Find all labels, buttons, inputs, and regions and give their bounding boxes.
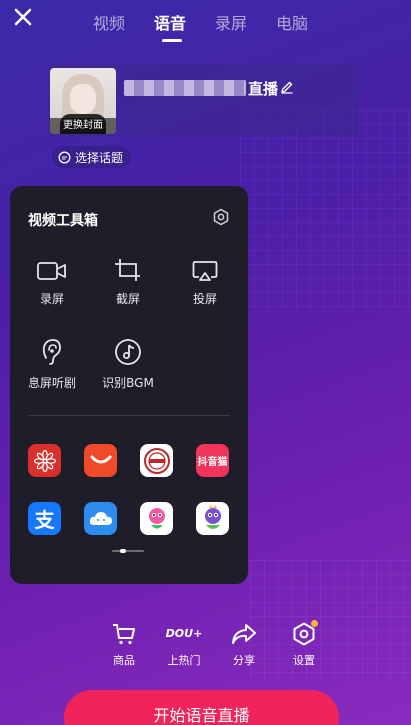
pink-character-app-icon[interactable] bbox=[140, 502, 173, 535]
music-note-icon bbox=[115, 339, 141, 365]
green-character-app-icon[interactable] bbox=[196, 502, 229, 535]
tab-computer[interactable]: 电脑 bbox=[276, 10, 337, 34]
tool-screen-off-listen[interactable]: 息屏听剧 bbox=[22, 338, 82, 391]
video-camera-icon bbox=[37, 262, 66, 280]
ear-icon bbox=[42, 339, 61, 365]
action-label: 分享 bbox=[233, 654, 255, 667]
top-bar: 视频 语音 录屏 电脑 bbox=[0, 0, 411, 44]
tool-label: 识别BGM bbox=[102, 376, 154, 390]
active-tab-indicator bbox=[162, 39, 182, 42]
start-voice-live-button[interactable]: 开始语音直播 bbox=[64, 690, 339, 725]
action-share[interactable]: 分享 bbox=[214, 622, 274, 668]
crop-icon bbox=[115, 259, 140, 281]
tab-voice[interactable]: 语音 bbox=[154, 10, 215, 34]
action-products[interactable]: 商品 bbox=[94, 622, 154, 668]
close-icon[interactable] bbox=[12, 6, 34, 28]
edit-pencil-icon[interactable] bbox=[280, 80, 294, 94]
topic-icon bbox=[58, 151, 71, 163]
share-icon bbox=[232, 624, 256, 644]
change-cover-label[interactable]: 更换封面 bbox=[50, 118, 116, 134]
smile-app-icon[interactable] bbox=[84, 444, 117, 477]
dou-plus-icon: DOU+ bbox=[165, 627, 203, 640]
settings-icon[interactable] bbox=[212, 208, 230, 226]
toolbox-title: 视频工具箱 bbox=[28, 213, 98, 229]
app-icon-text: 支 bbox=[34, 508, 55, 532]
tool-cast-screen[interactable]: 投屏 bbox=[175, 260, 235, 307]
huawei-flower-app-icon[interactable] bbox=[28, 444, 61, 477]
cover-photo-face bbox=[70, 84, 96, 114]
select-topic-button[interactable]: 选择话题 bbox=[52, 146, 132, 168]
mode-tabs: 视频 语音 录屏 电脑 bbox=[93, 10, 337, 34]
stamp-app-icon[interactable] bbox=[140, 444, 173, 477]
cloud-app-icon[interactable] bbox=[84, 502, 117, 535]
live-title-blurred[interactable] bbox=[124, 80, 246, 96]
cover-image[interactable]: 更换封面 bbox=[50, 68, 116, 134]
tab-video[interactable]: 视频 bbox=[93, 10, 154, 34]
douyin-mall-app-icon[interactable]: 抖音猫 bbox=[196, 444, 229, 477]
app-icon-text: 抖音猫 bbox=[197, 457, 228, 468]
action-label: 商品 bbox=[113, 654, 135, 667]
tool-screen-record[interactable]: 录屏 bbox=[22, 260, 82, 307]
cart-icon bbox=[113, 624, 135, 645]
cast-icon bbox=[192, 261, 218, 281]
page-indicator-active bbox=[120, 549, 126, 553]
background-grid bbox=[240, 110, 411, 310]
tool-label: 录屏 bbox=[39, 292, 64, 306]
action-dou-plus[interactable]: DOU+ 上热门 bbox=[154, 622, 214, 668]
tool-screenshot[interactable]: 截屏 bbox=[98, 258, 158, 307]
tab-screen-record[interactable]: 录屏 bbox=[215, 10, 276, 34]
live-title-suffix[interactable]: 直播 bbox=[248, 78, 278, 99]
tool-label: 截屏 bbox=[115, 292, 140, 306]
video-toolbox-panel: 视频工具箱 录屏 截屏 投屏 息屏听剧 识别BGM 抖音猫 支 bbox=[10, 186, 248, 584]
tool-identify-bgm[interactable]: 识别BGM bbox=[98, 338, 158, 391]
page-indicator bbox=[112, 550, 144, 552]
tool-label: 息屏听剧 bbox=[27, 376, 76, 390]
bottom-action-bar: 商品 DOU+ 上热门 分享 设置 bbox=[94, 620, 334, 668]
action-settings[interactable]: 设置 bbox=[274, 620, 334, 668]
tool-label: 投屏 bbox=[192, 292, 217, 306]
action-label: 上热门 bbox=[167, 654, 201, 667]
alipay-app-icon[interactable]: 支 bbox=[28, 502, 61, 535]
divider bbox=[28, 415, 230, 416]
notification-dot bbox=[311, 620, 318, 627]
action-label: 设置 bbox=[293, 654, 315, 667]
select-topic-label: 选择话题 bbox=[75, 150, 124, 165]
